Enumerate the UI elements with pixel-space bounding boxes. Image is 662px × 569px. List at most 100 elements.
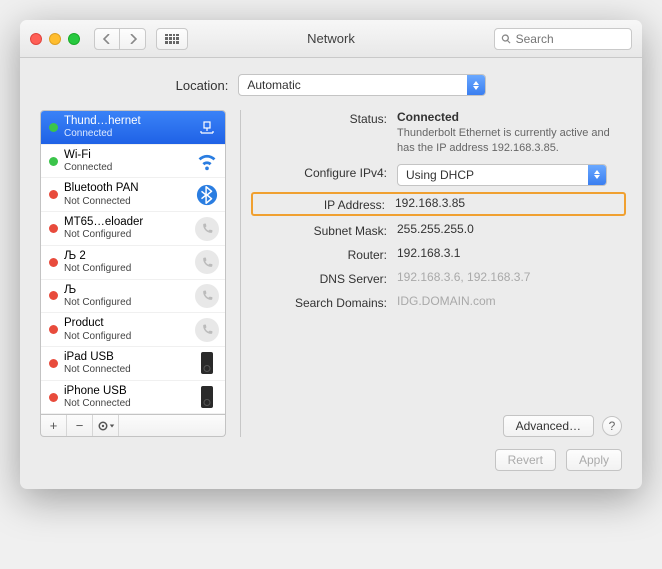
gear-menu-icon [97, 420, 115, 432]
sidebar-item[interactable]: Wi-FiConnected [41, 145, 225, 179]
sidebar-item[interactable]: ProductNot Configured [41, 313, 225, 347]
apply-button[interactable]: Apply [566, 449, 622, 471]
status-row: Status: Connected Thunderbolt Ethernet i… [255, 110, 622, 156]
sidebar-item-name: Љ 2 [64, 250, 189, 263]
wifi-icon [195, 149, 219, 173]
sidebar-item-status: Not Connected [64, 196, 189, 208]
updown-caret-icon [467, 75, 485, 95]
dns-server-value: 192.168.3.6, 192.168.3.7 [397, 270, 622, 284]
sidebar-item-status: Not Configured [64, 297, 189, 309]
location-label: Location: [176, 78, 229, 93]
sidebar-wrap: Thund…hernetConnectedWi-FiConnectedBluet… [40, 110, 226, 437]
action-menu-button[interactable] [93, 415, 119, 436]
configure-ipv4-label: Configure IPv4: [255, 164, 397, 180]
forward-button[interactable] [120, 28, 146, 50]
sidebar-item-name: iPad USB [64, 351, 189, 364]
sidebar-item-name: Љ [64, 284, 189, 297]
configure-ipv4-value: Using DHCP [406, 168, 588, 182]
sidebar-item[interactable]: Љ 2Not Configured [41, 246, 225, 280]
chevron-right-icon [129, 34, 137, 44]
chevron-left-icon [103, 34, 111, 44]
subnet-mask-label: Subnet Mask: [255, 222, 397, 238]
detail-panel: Status: Connected Thunderbolt Ethernet i… [255, 110, 622, 437]
minimize-window-button[interactable] [49, 33, 61, 45]
status-dot-icon [49, 393, 58, 402]
search-domains-label: Search Domains: [255, 294, 397, 310]
search-domains-row: Search Domains: IDG.DOMAIN.com [255, 294, 622, 310]
body: Location: Automatic Thund…hernetConnecte… [20, 58, 642, 489]
sidebar-item-status: Not Configured [64, 331, 189, 343]
search-field[interactable] [494, 28, 632, 50]
search-input[interactable] [516, 32, 625, 46]
status-dot-icon [49, 359, 58, 368]
status-value: Connected [397, 110, 622, 124]
phone-handset-icon [195, 318, 219, 342]
sidebar-item-name: Bluetooth PAN [64, 182, 189, 195]
help-button[interactable]: ? [602, 416, 622, 436]
configure-ipv4-row: Configure IPv4: Using DHCP [255, 164, 622, 186]
sidebar-item[interactable]: Bluetooth PANNot Connected [41, 178, 225, 212]
status-description: Thunderbolt Ethernet is currently active… [397, 126, 622, 156]
subnet-mask-value: 255.255.255.0 [397, 222, 622, 236]
router-label: Router: [255, 246, 397, 262]
sidebar-item-status: Not Connected [64, 364, 189, 376]
titlebar: Network [20, 20, 642, 58]
advanced-button[interactable]: Advanced… [503, 415, 594, 437]
router-value: 192.168.3.1 [397, 246, 622, 260]
sidebar-toolbar: + − [40, 415, 226, 437]
status-dot-icon [49, 123, 58, 132]
dns-server-row: DNS Server: 192.168.3.6, 192.168.3.7 [255, 270, 622, 286]
location-select[interactable]: Automatic [238, 74, 486, 96]
sidebar-item-status: Connected [64, 128, 189, 140]
advanced-row: Advanced… ? [255, 403, 622, 437]
device-icon [195, 351, 219, 375]
close-window-button[interactable] [30, 33, 42, 45]
grid-icon [165, 34, 179, 44]
search-domains-value: IDG.DOMAIN.com [397, 294, 622, 308]
status-dot-icon [49, 258, 58, 267]
traffic-lights [30, 33, 80, 45]
status-dot-icon [49, 325, 58, 334]
bluetooth-icon [195, 183, 219, 207]
phone-handset-icon [195, 217, 219, 241]
ethernet-icon [195, 115, 219, 139]
remove-interface-button[interactable]: − [67, 415, 93, 436]
ip-address-value: 192.168.3.85 [395, 196, 624, 210]
sidebar-item-status: Connected [64, 162, 189, 174]
add-interface-button[interactable]: + [41, 415, 67, 436]
sidebar-item[interactable]: iPhone USBNot Connected [41, 381, 225, 415]
updown-caret-icon [588, 165, 606, 185]
status-dot-icon [49, 224, 58, 233]
router-row: Router: 192.168.3.1 [255, 246, 622, 262]
sidebar-item[interactable]: iPad USBNot Connected [41, 347, 225, 381]
subnet-mask-row: Subnet Mask: 255.255.255.0 [255, 222, 622, 238]
status-dot-icon [49, 157, 58, 166]
show-all-button[interactable] [156, 28, 188, 50]
dns-server-label: DNS Server: [255, 270, 397, 286]
device-icon [195, 385, 219, 409]
sidebar-item-status: Not Configured [64, 229, 189, 241]
zoom-window-button[interactable] [68, 33, 80, 45]
location-row: Location: Automatic [40, 74, 622, 96]
sidebar-item-status: Not Configured [64, 263, 189, 275]
ip-address-row: IP Address: 192.168.3.85 [251, 192, 626, 216]
footer: Revert Apply [40, 449, 622, 471]
nav-buttons [94, 28, 146, 50]
sidebar-item-name: Wi-Fi [64, 149, 189, 162]
sidebar-item-name: Thund…hernet [64, 115, 189, 128]
ip-address-label: IP Address: [253, 196, 395, 212]
status-dot-icon [49, 291, 58, 300]
location-value: Automatic [247, 78, 467, 92]
status-label: Status: [255, 110, 397, 126]
network-window: Network Location: Automatic Thund…hernet… [20, 20, 642, 489]
sidebar-item-status: Not Connected [64, 398, 189, 410]
sidebar-item[interactable]: Thund…hernetConnected [41, 111, 225, 145]
revert-button[interactable]: Revert [495, 449, 556, 471]
phone-handset-icon [195, 284, 219, 308]
interface-list[interactable]: Thund…hernetConnectedWi-FiConnectedBluet… [40, 110, 226, 415]
configure-ipv4-select[interactable]: Using DHCP [397, 164, 607, 186]
sidebar-item[interactable]: ЉNot Configured [41, 280, 225, 314]
back-button[interactable] [94, 28, 120, 50]
sidebar-item-name: MT65…eloader [64, 216, 189, 229]
sidebar-item[interactable]: MT65…eloaderNot Configured [41, 212, 225, 246]
